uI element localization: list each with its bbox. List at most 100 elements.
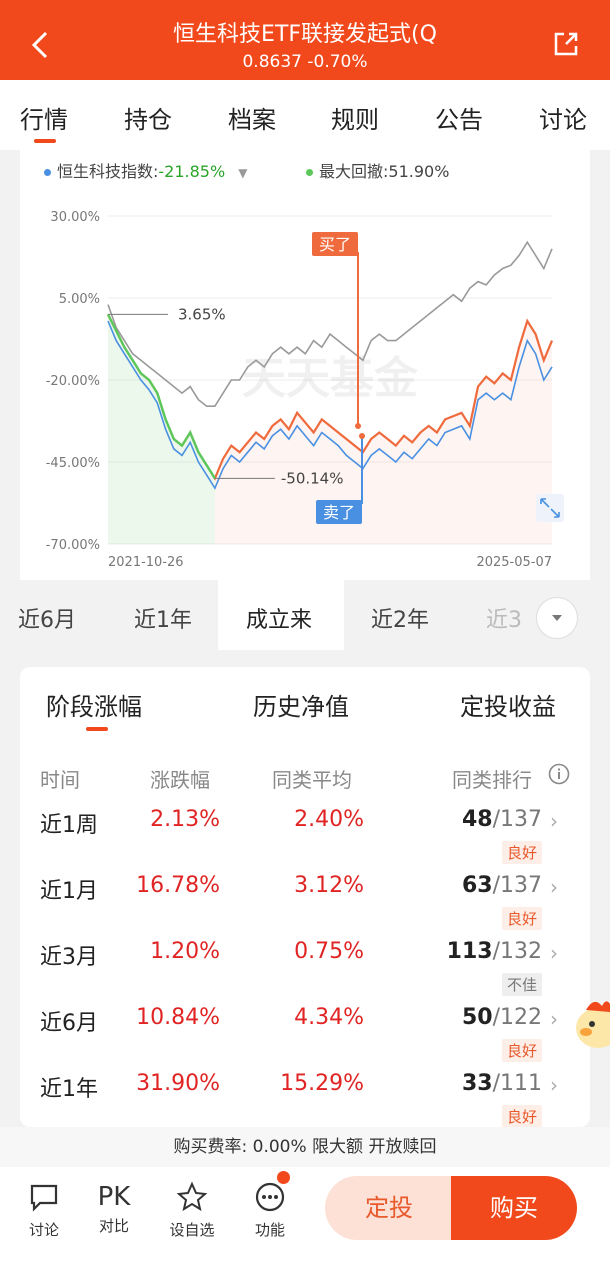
col-change: 涨跌幅	[150, 768, 210, 792]
buy-button[interactable]: 购买	[451, 1176, 577, 1240]
functions-label: 功能	[254, 1221, 285, 1239]
tab-discussion[interactable]: 讨论	[539, 100, 587, 135]
subtab-history-nav[interactable]: 历史净值	[253, 687, 349, 722]
buy-point	[355, 423, 361, 429]
row-peer-avg: 0.75%	[294, 939, 364, 964]
add-watchlist-label: 设自选	[169, 1221, 215, 1239]
sell-point	[359, 433, 365, 439]
row-change: 16.78%	[136, 873, 220, 898]
chevron-right-icon: ›	[550, 1073, 558, 1097]
row-peer-avg: 3.12%	[294, 873, 364, 898]
x-start-label: 2021-10-26	[108, 555, 184, 570]
chevron-right-icon: ›	[550, 941, 558, 965]
compare-label: 对比	[98, 1217, 129, 1235]
pk-icon: PK	[97, 1182, 131, 1212]
row-rank-num: 63	[461, 873, 493, 898]
tab-profile[interactable]: 档案	[228, 100, 276, 135]
row-rank: 113/132	[447, 939, 542, 964]
row-change: 10.84%	[136, 1005, 220, 1030]
y-tick-label: -70.00%	[46, 538, 100, 553]
legend-index-label: 恒生科技指数:	[57, 162, 159, 181]
main-tabs: 行情 持仓 档案 规则 公告 讨论	[0, 80, 610, 150]
row-change: 31.90%	[136, 1071, 220, 1096]
share-icon[interactable]	[552, 30, 580, 58]
max-annotation: 3.65%	[178, 305, 226, 323]
period-6m[interactable]: 近6月	[18, 602, 76, 634]
info-icon[interactable]	[548, 763, 570, 790]
discuss-button[interactable]: 讨论	[14, 1181, 74, 1240]
period-selector: 近6月 近1年 成立来 近2年 近3	[0, 580, 610, 650]
table-row[interactable]: 近1周 2.13% 2.40% 48/137 良好 ›	[20, 807, 590, 873]
row-peer-avg: 15.29%	[280, 1071, 364, 1096]
subtab-stage-return[interactable]: 阶段涨幅	[46, 687, 142, 722]
period-since-inception[interactable]: 成立来	[246, 602, 312, 634]
fund-nav-change: 0.8637 -0.70%	[0, 52, 610, 72]
y-tick-label: 30.00%	[50, 210, 100, 225]
legend-drawdown-value: 51.90%	[388, 162, 450, 181]
fund-nav: 0.8637	[242, 52, 302, 72]
chat-bubble-icon	[30, 1184, 58, 1212]
notification-dot	[277, 1171, 290, 1184]
tab-active-indicator	[34, 139, 56, 143]
buy-label: 买了	[319, 235, 351, 254]
bottom-action-bar: 讨论 PK 对比 设自选 功能 定投 购买	[0, 1167, 610, 1277]
row-change: 2.13%	[150, 807, 220, 832]
period-3y[interactable]: 近3	[486, 602, 522, 634]
table-row[interactable]: 近1年 31.90% 15.29% 33/111 良好 ›	[20, 1071, 590, 1127]
rank-level-badge: 不佳	[501, 973, 542, 996]
legend-drawdown-dot	[306, 169, 313, 176]
col-peer-rank: 同类排行	[452, 768, 532, 792]
dropdown-caret-icon[interactable]: ▼	[238, 166, 247, 180]
row-rank: 48/137	[462, 807, 542, 832]
functions-button[interactable]: 功能	[240, 1181, 300, 1240]
tab-holdings[interactable]: 持仓	[124, 100, 172, 135]
auto-invest-button[interactable]: 定投	[325, 1176, 453, 1240]
table-row[interactable]: 近3月 1.20% 0.75% 113/132 不佳 ›	[20, 939, 590, 1005]
compare-button[interactable]: PK 对比	[84, 1181, 144, 1236]
row-rank-total: /137	[492, 873, 542, 898]
col-period: 时间	[40, 768, 80, 792]
row-rank: 33/111	[462, 1071, 542, 1096]
y-tick-label: -45.00%	[46, 456, 100, 471]
performance-card: 阶段涨幅 历史净值 定投收益 时间 涨跌幅 同类平均 同类排行 近1周 2.13…	[20, 667, 590, 1127]
row-rank: 63/137	[462, 873, 542, 898]
period-2y[interactable]: 近2年	[371, 602, 429, 634]
row-period: 近3月	[40, 945, 98, 970]
row-rank-total: /137	[492, 807, 542, 832]
period-more-button[interactable]	[536, 597, 578, 639]
y-tick-label: -20.00%	[46, 374, 100, 389]
performance-chart[interactable]: 30.00%5.00%-20.00%-45.00%-70.00%天天基金3.65…	[0, 180, 610, 580]
row-rank-num: 113	[446, 939, 493, 964]
chevron-right-icon: ›	[550, 809, 558, 833]
row-rank: 50/122	[462, 1005, 542, 1030]
row-rank-total: /122	[492, 1005, 542, 1030]
rank-level-badge: 良好	[501, 1105, 542, 1127]
col-peer-avg: 同类平均	[272, 768, 352, 792]
expand-icon[interactable]	[536, 494, 564, 522]
add-watchlist-button[interactable]: 设自选	[162, 1181, 222, 1240]
chevron-right-icon: ›	[550, 1007, 558, 1031]
purchase-fee-info: 购买费率: 0.00% 限大额 开放赎回	[0, 1127, 610, 1167]
tab-notices[interactable]: 公告	[435, 100, 483, 135]
rank-level-badge: 良好	[501, 841, 542, 864]
sell-label: 卖了	[323, 503, 355, 522]
subtab-auto-invest-return[interactable]: 定投收益	[460, 687, 556, 722]
tab-market[interactable]: 行情	[20, 100, 68, 135]
y-tick-label: 5.00%	[59, 292, 100, 307]
legend-drawdown: 最大回撤:51.90%	[306, 158, 449, 182]
legend-index: 恒生科技指数:-21.85% ▼	[44, 158, 248, 182]
legend-index-dot	[44, 169, 51, 176]
tab-rules[interactable]: 规则	[331, 100, 379, 135]
row-period: 近1月	[40, 879, 98, 904]
table-row[interactable]: 近1月 16.78% 3.12% 63/137 良好 ›	[20, 873, 590, 939]
legend-index-value: -21.85%	[158, 162, 226, 181]
period-1y[interactable]: 近1年	[134, 602, 192, 634]
x-end-label: 2025-05-07	[476, 555, 552, 570]
fund-change: -0.70%	[307, 52, 368, 72]
row-rank-num: 48	[461, 807, 493, 832]
fund-title: 恒生科技ETF联接发起式(Q	[173, 22, 437, 47]
mascot-icon[interactable]	[572, 996, 610, 1054]
table-row[interactable]: 近6月 10.84% 4.34% 50/122 良好 ›	[20, 1005, 590, 1071]
row-rank-num: 33	[461, 1071, 493, 1096]
row-rank-num: 50	[461, 1005, 493, 1030]
